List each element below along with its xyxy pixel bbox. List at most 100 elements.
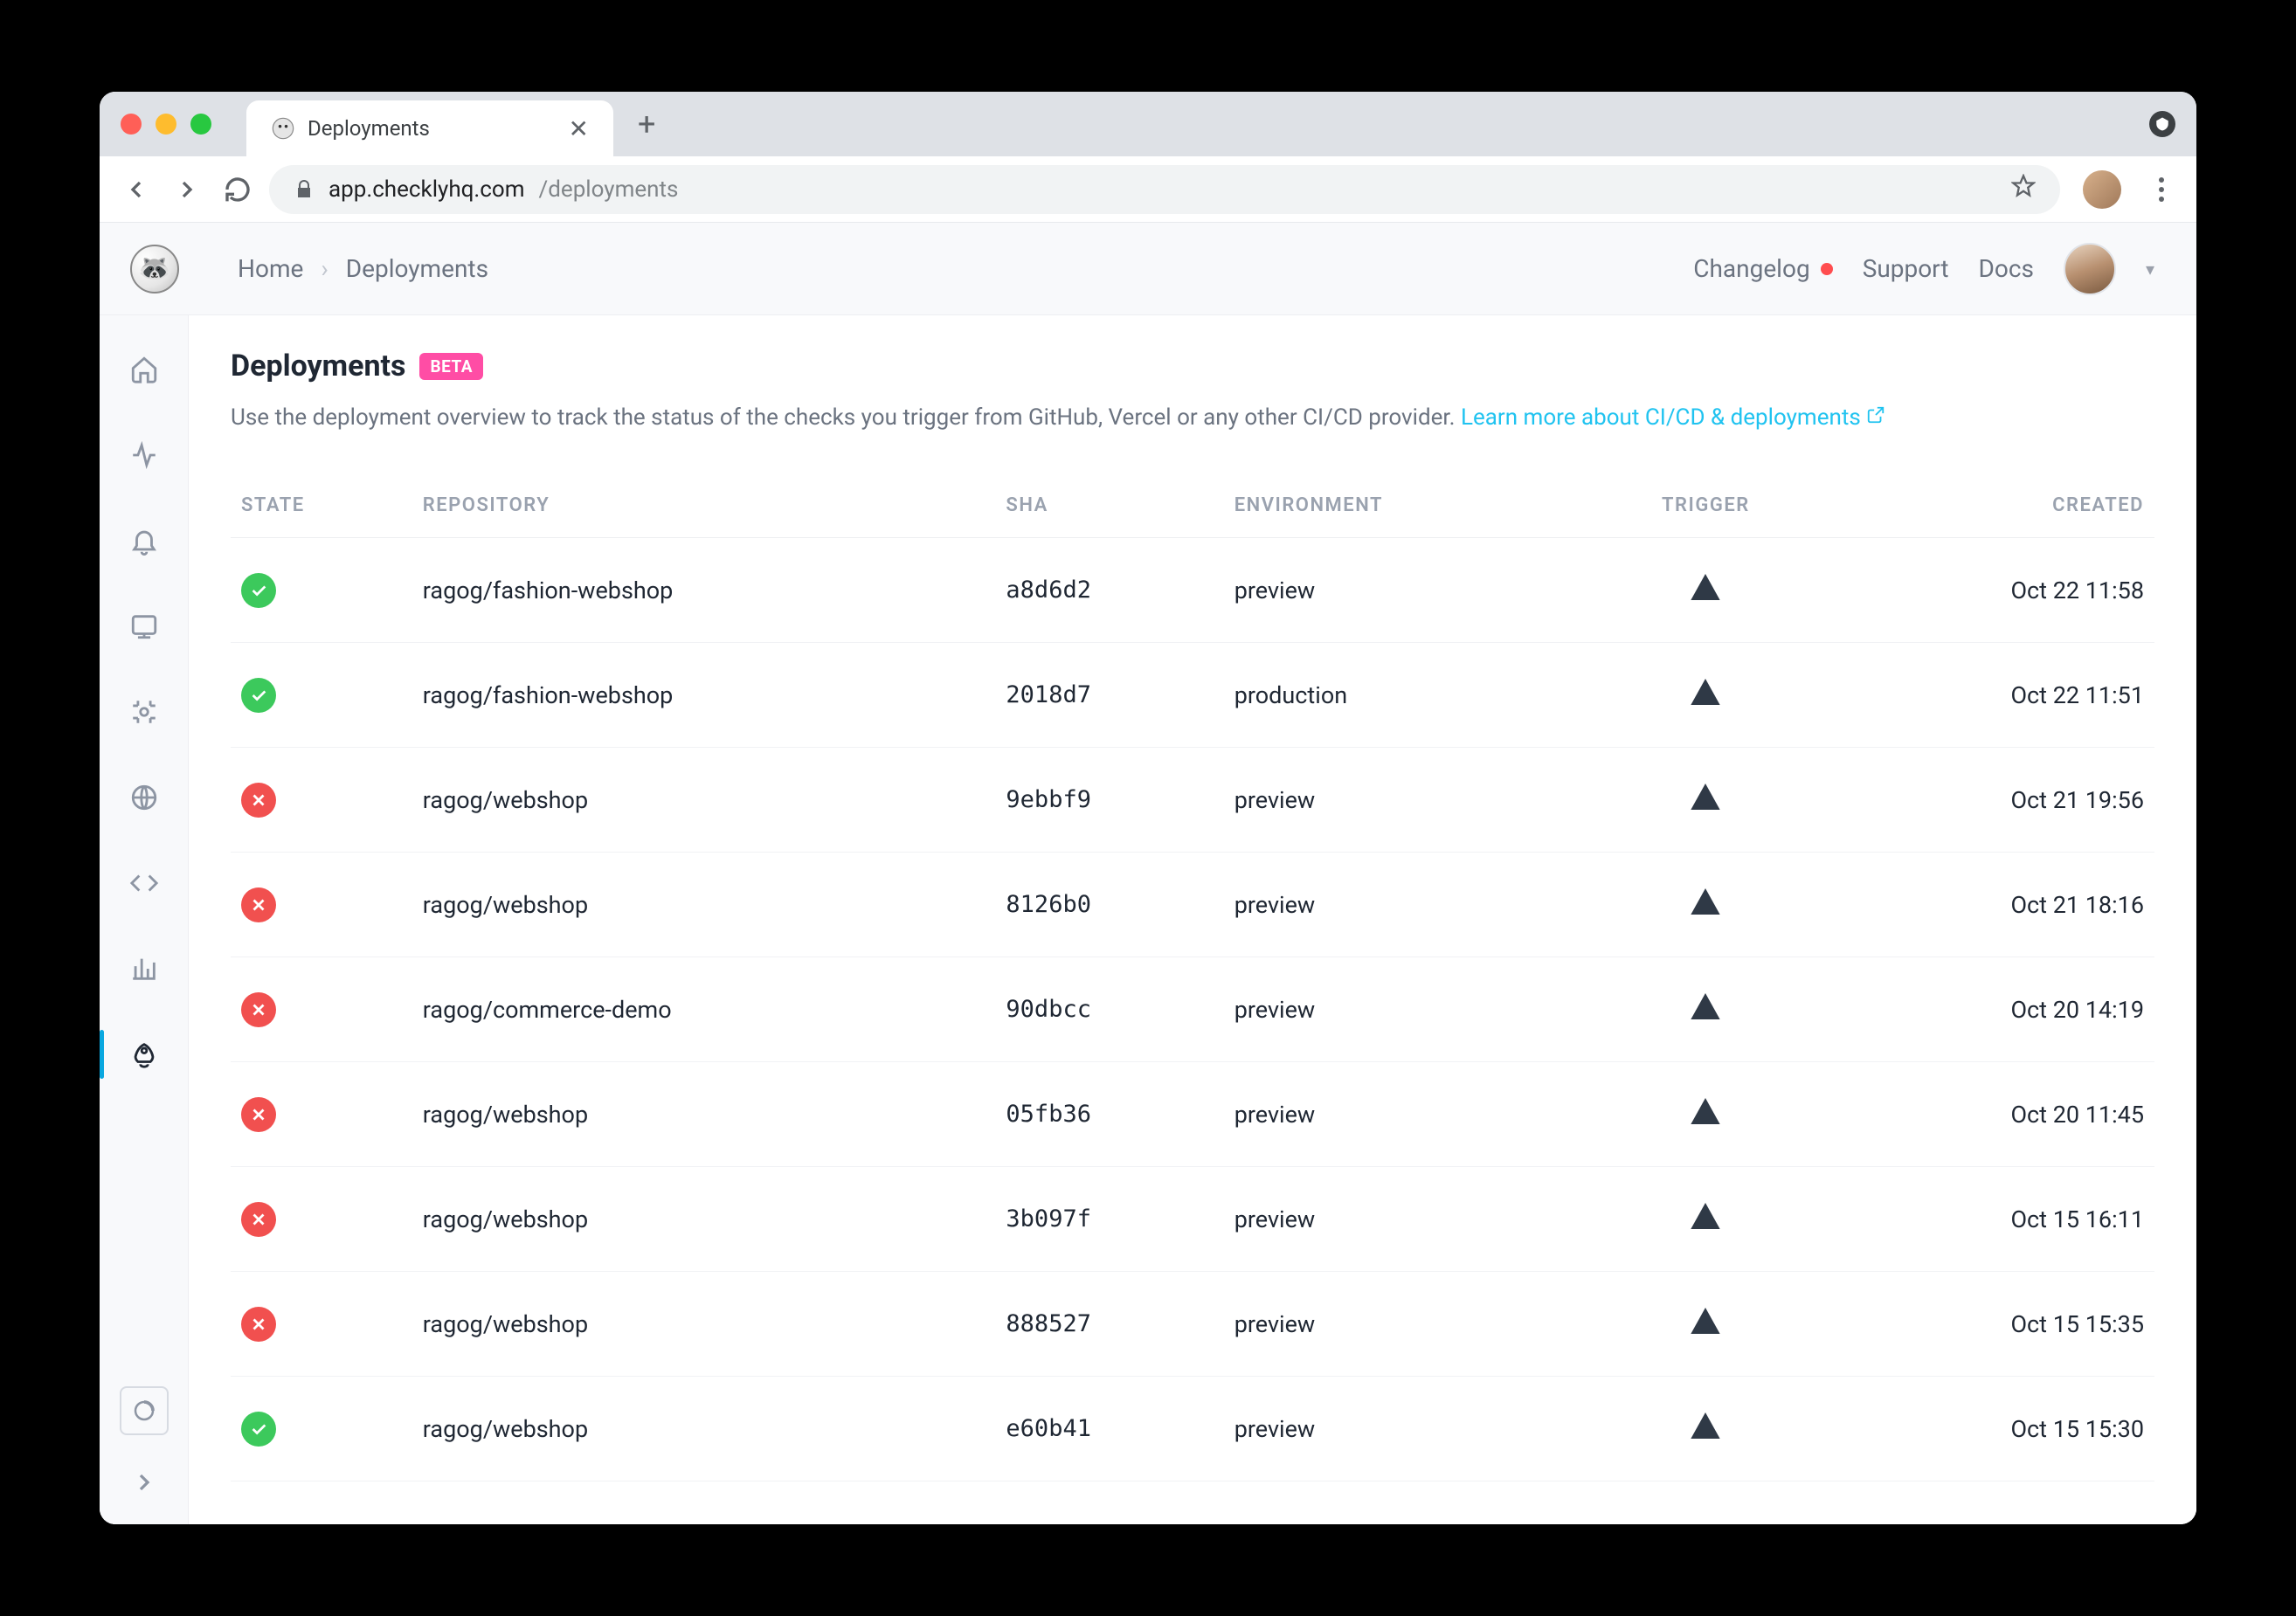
cell-sha: 888527 bbox=[995, 1272, 1223, 1377]
user-menu-caret[interactable]: ▾ bbox=[2146, 259, 2154, 280]
col-created: CREATED bbox=[1822, 473, 2154, 538]
app-main: Deployments BETA Use the deployment over… bbox=[100, 315, 2196, 1524]
forward-button[interactable] bbox=[168, 170, 206, 209]
cell-environment: preview bbox=[1224, 853, 1589, 957]
changelog-new-dot bbox=[1821, 263, 1833, 275]
external-link-icon bbox=[1866, 404, 1885, 431]
trigger-vercel-icon bbox=[1688, 687, 1723, 715]
window-minimize-button[interactable] bbox=[156, 114, 176, 135]
trigger-vercel-icon bbox=[1688, 583, 1723, 611]
cell-repository: ragog/webshop bbox=[412, 1167, 996, 1272]
sidebar-snippets[interactable] bbox=[114, 853, 174, 913]
trigger-vercel-icon bbox=[1688, 1316, 1723, 1344]
table-row[interactable]: ragog/webshope60b41previewOct 15 15:30 bbox=[231, 1377, 2154, 1481]
page-description-text: Use the deployment overview to track the… bbox=[231, 404, 1461, 431]
state-fail-icon bbox=[241, 783, 276, 818]
col-repository: REPOSITORY bbox=[412, 473, 996, 538]
header-nav: Changelog Support Docs ▾ bbox=[1693, 243, 2154, 295]
cell-created: Oct 22 11:51 bbox=[1822, 643, 2154, 748]
cell-created: Oct 21 19:56 bbox=[1822, 748, 2154, 853]
breadcrumb-home[interactable]: Home bbox=[238, 254, 303, 283]
nav-support[interactable]: Support bbox=[1863, 254, 1949, 283]
nav-docs[interactable]: Docs bbox=[1979, 254, 2034, 283]
cell-repository: ragog/fashion-webshop bbox=[412, 538, 996, 643]
browser-window: Deployments ✕ + app.checklyhq.com/deploy… bbox=[100, 92, 2196, 1524]
sidebar-dashboards[interactable] bbox=[114, 597, 174, 656]
breadcrumb-current: Deployments bbox=[346, 254, 488, 283]
beta-badge: BETA bbox=[419, 353, 483, 380]
reload-button[interactable] bbox=[218, 170, 257, 209]
cell-created: Oct 20 14:19 bbox=[1822, 957, 2154, 1062]
cell-sha: 8126b0 bbox=[995, 853, 1223, 957]
chrome-user-avatar[interactable] bbox=[2083, 170, 2121, 209]
table-row[interactable]: ragog/commerce-demo90dbccpreview Oct 20 1… bbox=[231, 957, 2154, 1062]
table-row[interactable]: ragog/webshop888527previewOct 15 15:35 bbox=[231, 1272, 2154, 1377]
table-row[interactable]: ragog/webshop9ebbf9previewOct 21 19:56 bbox=[231, 748, 2154, 853]
breadcrumb: Home › Deployments bbox=[238, 254, 488, 283]
cell-environment: preview bbox=[1224, 1377, 1589, 1481]
user-avatar[interactable] bbox=[2064, 243, 2116, 295]
chevron-right-icon: › bbox=[321, 254, 328, 283]
content-area: Deployments BETA Use the deployment over… bbox=[189, 315, 2196, 1524]
sidebar bbox=[100, 315, 189, 1524]
col-sha: SHA bbox=[995, 473, 1223, 538]
cell-repository: ragog/commerce-demo bbox=[412, 957, 996, 1062]
sidebar-locations[interactable] bbox=[114, 768, 174, 827]
sidebar-settings[interactable] bbox=[120, 1386, 169, 1435]
new-tab-button[interactable]: + bbox=[638, 106, 655, 142]
cell-sha: 9ebbf9 bbox=[995, 748, 1223, 853]
sidebar-reporting[interactable] bbox=[114, 939, 174, 998]
cell-repository: ragog/webshop bbox=[412, 1272, 996, 1377]
cell-environment: preview bbox=[1224, 748, 1589, 853]
cell-sha: e60b41 bbox=[995, 1377, 1223, 1481]
lock-icon bbox=[294, 179, 315, 200]
sidebar-activity[interactable] bbox=[114, 425, 174, 485]
sidebar-collapse-button[interactable] bbox=[130, 1468, 158, 1500]
table-row[interactable]: ragog/fashion-webshop2018d7production Oct… bbox=[231, 643, 2154, 748]
table-row[interactable]: ragog/fashion-webshopa8d6d2previewOct 22… bbox=[231, 538, 2154, 643]
learn-more-link[interactable]: Learn more about CI/CD & deployments bbox=[1461, 404, 1885, 431]
nav-changelog[interactable]: Changelog bbox=[1693, 254, 1832, 283]
cell-sha: 90dbcc bbox=[995, 957, 1223, 1062]
window-maximize-button[interactable] bbox=[190, 114, 211, 135]
address-bar[interactable]: app.checklyhq.com/deployments bbox=[269, 165, 2060, 214]
learn-more-text: Learn more about CI/CD & deployments bbox=[1461, 404, 1861, 431]
chrome-profile-badge[interactable] bbox=[2149, 111, 2175, 137]
sidebar-home[interactable] bbox=[114, 340, 174, 399]
cell-repository: ragog/fashion-webshop bbox=[412, 643, 996, 748]
state-success-icon bbox=[241, 573, 276, 608]
col-environment: ENVIRONMENT bbox=[1224, 473, 1589, 538]
chrome-menu-button[interactable] bbox=[2144, 177, 2179, 202]
cell-sha: 2018d7 bbox=[995, 643, 1223, 748]
sidebar-alerts[interactable] bbox=[114, 511, 174, 570]
cell-environment: preview bbox=[1224, 1062, 1589, 1167]
state-fail-icon bbox=[241, 1097, 276, 1132]
cell-sha: 05fb36 bbox=[995, 1062, 1223, 1167]
cell-created: Oct 20 11:45 bbox=[1822, 1062, 2154, 1167]
window-close-button[interactable] bbox=[121, 114, 142, 135]
trigger-vercel-icon bbox=[1688, 792, 1723, 820]
sidebar-maintenance[interactable] bbox=[114, 682, 174, 742]
app-body: 🦝 Home › Deployments Changelog Support D… bbox=[100, 223, 2196, 1524]
trigger-vercel-icon bbox=[1688, 1002, 1723, 1030]
app-logo[interactable]: 🦝 bbox=[121, 245, 189, 294]
sidebar-deployments[interactable] bbox=[114, 1025, 174, 1084]
col-trigger: TRIGGER bbox=[1588, 473, 1822, 538]
cell-environment: production bbox=[1224, 643, 1589, 748]
app-header: 🦝 Home › Deployments Changelog Support D… bbox=[100, 223, 2196, 315]
page-title: Deployments bbox=[231, 349, 405, 383]
table-row[interactable]: ragog/webshop05fb36previewOct 20 11:45 bbox=[231, 1062, 2154, 1167]
table-row[interactable]: ragog/webshop8126b0previewOct 21 18:16 bbox=[231, 853, 2154, 957]
url-domain: app.checklyhq.com bbox=[328, 176, 525, 203]
back-button[interactable] bbox=[117, 170, 156, 209]
bookmark-star-icon[interactable] bbox=[2011, 174, 2036, 204]
state-fail-icon bbox=[241, 1202, 276, 1237]
table-row[interactable]: ragog/webshop3b097fpreviewOct 15 16:11 bbox=[231, 1167, 2154, 1272]
cell-environment: preview bbox=[1224, 957, 1589, 1062]
browser-tab[interactable]: Deployments ✕ bbox=[246, 100, 613, 156]
tab-close-icon[interactable]: ✕ bbox=[569, 114, 589, 143]
page-description: Use the deployment overview to track the… bbox=[231, 401, 2154, 435]
deployments-table: STATE REPOSITORY SHA ENVIRONMENT TRIGGER… bbox=[231, 473, 2154, 1481]
trigger-vercel-icon bbox=[1688, 897, 1723, 925]
trigger-vercel-icon bbox=[1688, 1107, 1723, 1135]
